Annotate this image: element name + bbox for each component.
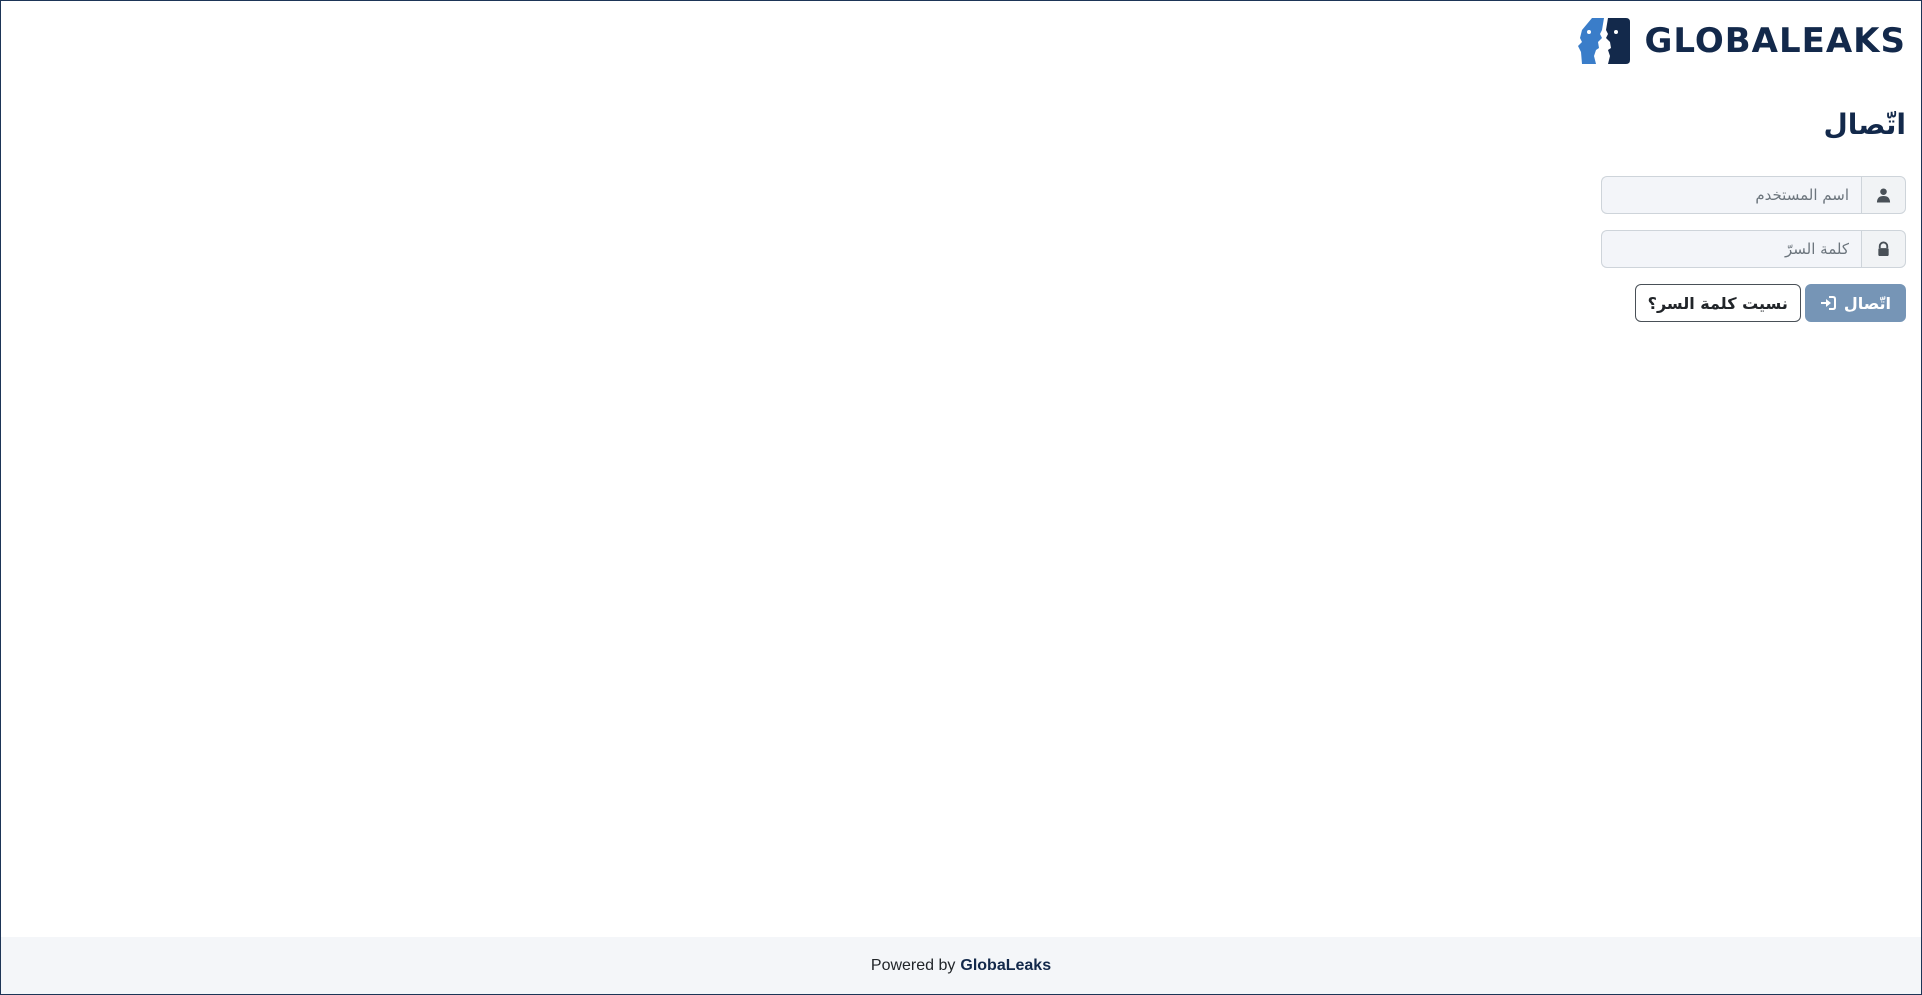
username-group: [1601, 176, 1906, 214]
page-title: اتّصال: [1823, 109, 1906, 140]
lock-icon: [1861, 230, 1906, 268]
sign-in-icon: [1820, 296, 1836, 310]
window-frame: [0, 0, 1922, 995]
header-logo[interactable]: GLOBALEAKS: [1578, 16, 1906, 66]
login-button[interactable]: اتّصال: [1804, 284, 1906, 322]
user-icon: [1861, 176, 1906, 214]
footer: Powered by GlobaLeaks: [1, 937, 1921, 994]
logo-text: GLOBALEAKS: [1644, 21, 1906, 61]
footer-brand-link[interactable]: GlobaLeaks: [960, 957, 1051, 975]
password-group: [1601, 230, 1906, 268]
password-input[interactable]: [1601, 230, 1861, 268]
login-button-label: اتّصال: [1843, 293, 1891, 313]
login-actions: اتّصال نسيت كلمة السر؟: [1634, 284, 1906, 322]
forgot-password-button[interactable]: نسيت كلمة السر؟: [1634, 284, 1801, 322]
username-input[interactable]: [1601, 176, 1861, 214]
footer-powered-by: Powered by: [870, 956, 956, 974]
globaleaks-logo-icon: [1578, 18, 1631, 64]
